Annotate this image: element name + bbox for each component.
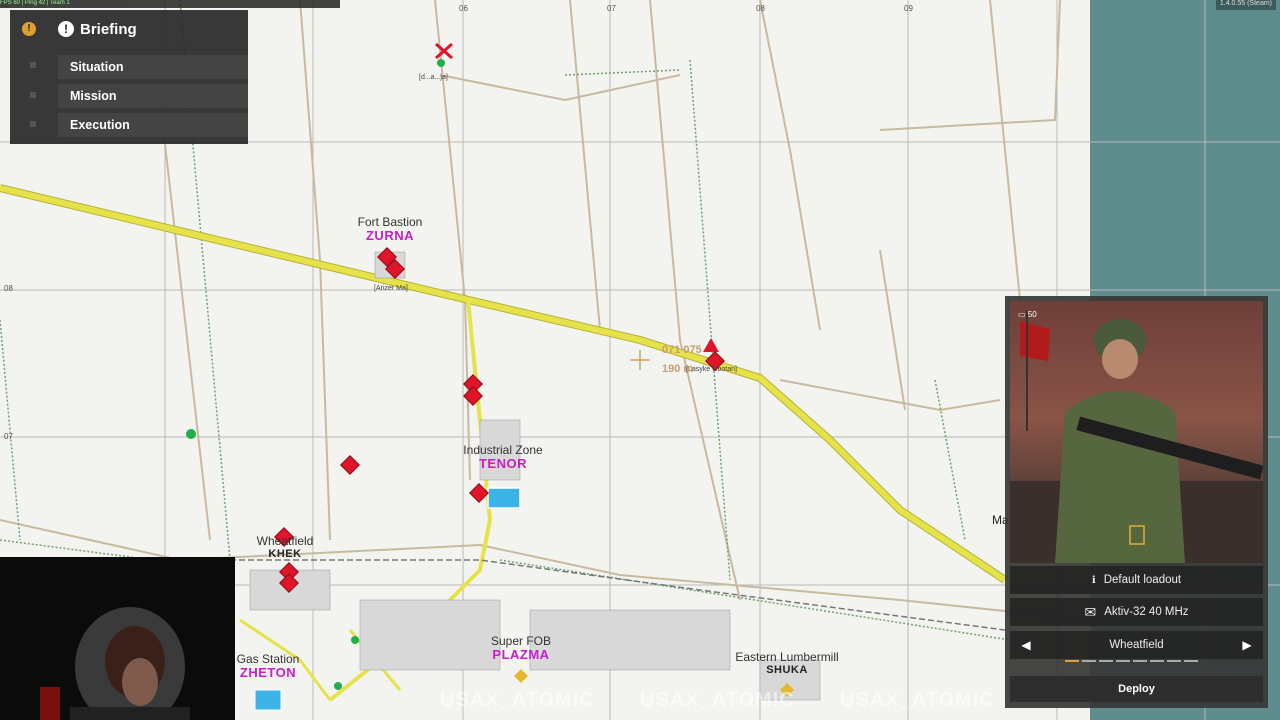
spawn-pager [1065, 660, 1198, 662]
alert-icon: ! [22, 22, 36, 36]
radio-label: Aktiv-32 40 MHz [1104, 606, 1189, 618]
deploy-button[interactable]: Deploy [1010, 676, 1263, 702]
briefing-panel: ! ! Briefing Situation Mission Execution [10, 10, 248, 144]
grid-label: 07 [607, 4, 616, 13]
loadout-selector[interactable]: ℹ Default loadout [1010, 566, 1263, 594]
pager-tick [1116, 660, 1130, 662]
location-subtitle: Eastern Lumbermill [735, 650, 839, 664]
range-readout: 190 m [662, 363, 694, 375]
soldier-image [1010, 311, 1263, 563]
grid-label: 08 [756, 4, 765, 13]
streamer-silhouette [40, 607, 190, 720]
grid-label: 06 [459, 4, 468, 13]
briefing-title: Briefing [80, 20, 137, 38]
grid-label: 09 [904, 4, 913, 13]
pager-tick [1065, 660, 1079, 662]
loadout-label: Default loadout [1103, 574, 1182, 586]
ammo-icon: ▭ [1018, 310, 1028, 319]
stream-watermark: USAX_ATOMIC [640, 689, 795, 711]
place-tag: [Lasyke Obotan] [686, 366, 737, 373]
location-name: TENOR [478, 456, 527, 472]
ammo-count: ▭ 50 [1018, 310, 1037, 319]
briefing-item-mission[interactable]: Mission [58, 84, 248, 108]
location-subtitle: Wheatfield [256, 534, 314, 548]
pager-tick [1150, 660, 1164, 662]
briefing-item-execution[interactable]: Execution [58, 113, 248, 137]
radio-selector[interactable]: ✉ Aktiv-32 40 MHz [1010, 598, 1263, 626]
right-arrow-icon[interactable]: ▶ [1237, 631, 1257, 659]
grid-label: 07 [4, 432, 13, 441]
briefing-item-situation[interactable]: Situation [58, 55, 248, 79]
stream-watermark: USAX_ATOMIC [440, 689, 595, 711]
location-name: ZHETON [239, 665, 297, 681]
briefing-dot [30, 62, 36, 68]
spawn-point-label: Wheatfield [1109, 639, 1164, 651]
location-label[interactable]: Super FOB PLAZMA [491, 634, 551, 663]
pager-tick [1167, 660, 1181, 662]
briefing-dot [30, 121, 36, 127]
pager-tick [1099, 660, 1113, 662]
stream-watermark: USAX_ATOMIC [840, 689, 995, 711]
version-label: 1.4.0.55 (Steam) [1215, 0, 1276, 10]
pager-tick [1133, 660, 1147, 662]
left-arrow-icon[interactable]: ◀ [1016, 631, 1036, 659]
location-label[interactable]: Eastern Lumbermill SHUKA [735, 650, 839, 677]
place-tag: [d...a...ja] [419, 74, 448, 81]
briefing-header[interactable]: ! Briefing [58, 10, 137, 48]
pager-tick [1184, 660, 1198, 662]
info-icon: ℹ [1091, 574, 1096, 586]
location-label[interactable]: Industrial Zone TENOR [463, 443, 542, 472]
exclamation-icon: ! [58, 21, 74, 37]
place-tag: [Arizer Ma] [374, 285, 408, 292]
coordinate-readout: 071 075 [662, 344, 702, 356]
location-name: SHUKA [766, 664, 808, 677]
soldier-portrait: ▭ 50 [1010, 301, 1263, 563]
webcam-overlay [0, 557, 235, 720]
location-label[interactable]: Wheatfield KHEK [256, 534, 314, 561]
location-label[interactable]: Fort Bastion ZURNA [358, 215, 423, 244]
briefing-dot [30, 92, 36, 98]
spawn-selector: ◀ Wheatfield ▶ [1010, 631, 1263, 659]
perf-overlay: FPS 60 | Ping 42 | Team 1 [0, 0, 340, 8]
envelope-icon: ✉ [1084, 603, 1097, 620]
grid-label: 08 [4, 284, 13, 293]
pager-tick [1082, 660, 1096, 662]
location-name: PLAZMA [492, 647, 550, 663]
location-name: ZURNA [365, 228, 414, 244]
location-label[interactable]: Gas Station ZHETON [237, 652, 300, 681]
location-name: KHEK [268, 548, 302, 561]
deploy-panel: ▭ 50 ℹ Default loadout ✉ Aktiv-32 40 MHz… [1005, 296, 1268, 708]
